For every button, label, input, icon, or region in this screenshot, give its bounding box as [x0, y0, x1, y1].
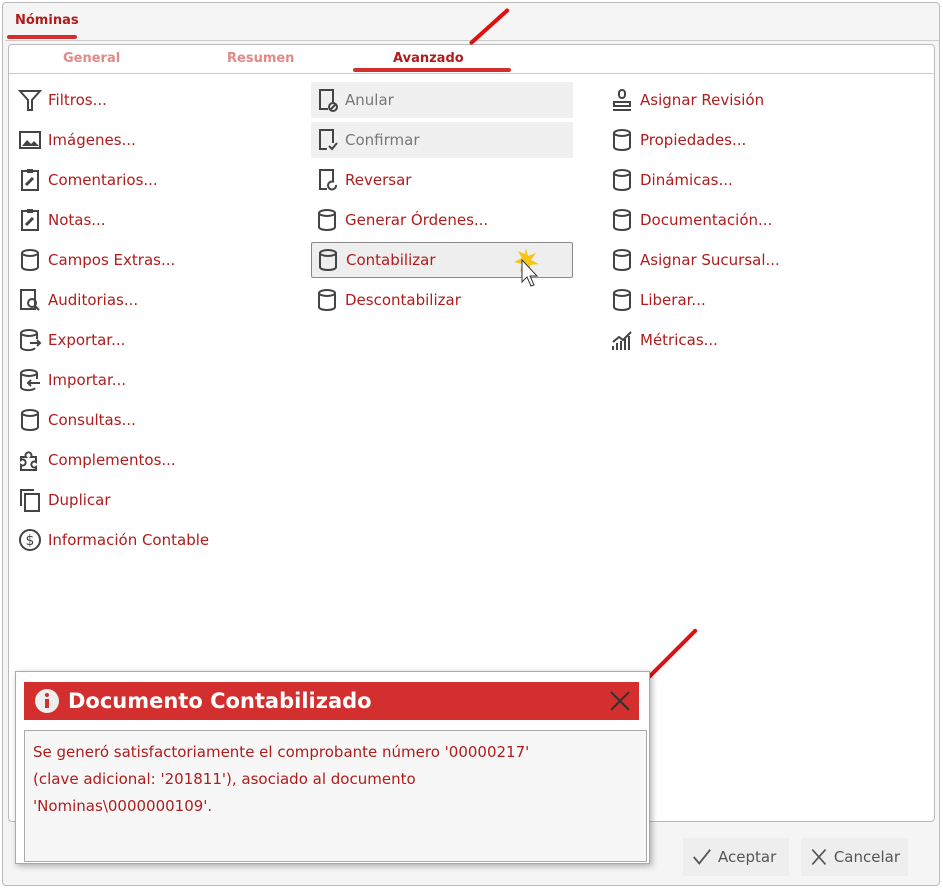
action-label: Filtros...: [48, 91, 107, 109]
message-line: Se generó satisfactoriamente el comproba…: [33, 743, 530, 761]
document-check-icon: [319, 129, 338, 151]
tab-underline: [7, 35, 77, 39]
database-icon: [613, 169, 631, 191]
chart-bars-icon: [612, 331, 632, 350]
action-label: Confirmar: [345, 131, 420, 149]
action-label: Notas...: [48, 211, 106, 229]
action-label: Asignar Sucursal...: [640, 251, 780, 269]
database-icon: [21, 249, 39, 271]
database-export-icon: [20, 329, 42, 352]
action-reversar[interactable]: Reversar: [311, 162, 573, 198]
dialog-header: Documento Contabilizado: [24, 682, 639, 720]
action-campos-extras[interactable]: Campos Extras...: [18, 242, 248, 278]
action-filtros[interactable]: Filtros...: [18, 82, 248, 118]
document-refresh-icon: [319, 169, 337, 191]
tab-avanzado[interactable]: Avanzado: [393, 51, 464, 66]
action-liberar[interactable]: Liberar...: [610, 282, 840, 318]
action-label: Liberar...: [640, 291, 706, 309]
close-icon: [811, 849, 827, 865]
close-icon[interactable]: [609, 690, 631, 712]
puzzle-icon: [20, 451, 37, 471]
action-auditorias[interactable]: Auditorias...: [18, 282, 248, 318]
dialog-title: Documento Contabilizado: [68, 689, 372, 713]
action-generar-órdenes[interactable]: Generar Órdenes...: [311, 202, 573, 238]
database-icon: [613, 129, 631, 151]
message-line: 'Nominas\0000000109'.: [33, 797, 213, 815]
tab-nominas[interactable]: Nóminas: [9, 13, 85, 28]
info-icon: [35, 689, 59, 713]
action-anular[interactable]: Anular: [311, 82, 573, 118]
action-exportar[interactable]: Exportar...: [18, 322, 248, 358]
action-información-contable[interactable]: $ Información Contable: [18, 522, 248, 558]
action-comentarios[interactable]: Comentarios...: [18, 162, 248, 198]
action-label: Generar Órdenes...: [345, 211, 489, 229]
subtab-bar: General Resumen Avanzado: [9, 45, 934, 74]
tab-general[interactable]: General: [63, 51, 120, 66]
action-asignar-sucursal[interactable]: Asignar Sucursal...: [610, 242, 840, 278]
database-import-icon: [20, 369, 40, 392]
database-icon: [21, 409, 39, 431]
action-label: Asignar Revisión: [640, 91, 765, 109]
action-label: Anular: [345, 91, 394, 109]
action-label: Documentación...: [640, 211, 773, 229]
action-label: Consultas...: [48, 411, 136, 429]
cursor-icon: [514, 248, 539, 287]
check-icon: [693, 849, 711, 865]
action-label: Complementos...: [48, 451, 176, 469]
action-confirmar[interactable]: Confirmar: [311, 122, 573, 158]
funnel-icon: [18, 90, 42, 111]
dollar-circle-icon: $: [19, 529, 41, 551]
notification-dialog: Documento Contabilizado Se generó satisf…: [15, 671, 650, 864]
action-asignar-revisión[interactable]: Asignar Revisión: [610, 82, 840, 118]
action-label: Duplicar: [48, 491, 111, 509]
accept-label: Aceptar: [718, 848, 777, 866]
action-label: Métricas...: [640, 331, 718, 349]
action-notas[interactable]: Notas...: [18, 202, 248, 238]
database-icon: [319, 249, 337, 271]
message-line: (clave adicional: '201811'), asociado al…: [33, 770, 416, 788]
action-label: Imágenes...: [48, 131, 136, 149]
action-complementos[interactable]: Complementos...: [18, 442, 248, 478]
svg-text:$: $: [26, 533, 35, 549]
action-propiedades[interactable]: Propiedades...: [610, 122, 840, 158]
action-label: Descontabilizar: [345, 291, 461, 309]
stamp-icon: [613, 89, 631, 111]
action-label: Importar...: [48, 371, 127, 389]
action-label: Propiedades...: [640, 131, 747, 149]
database-icon: [613, 249, 631, 271]
document-search-icon: [20, 289, 40, 311]
copy-icon: [20, 489, 40, 512]
action-label: Reversar: [345, 171, 412, 189]
action-duplicar[interactable]: Duplicar: [18, 482, 248, 518]
cancel-label: Cancelar: [833, 848, 900, 866]
database-icon: [318, 289, 336, 311]
database-icon: [613, 289, 631, 311]
dialog-message: Se generó satisfactoriamente el comproba…: [24, 730, 647, 862]
action-métricas[interactable]: Métricas...: [610, 322, 840, 358]
action-imágenes[interactable]: Imágenes...: [18, 122, 248, 158]
action-label: Exportar...: [48, 331, 126, 349]
active-tab-underline: [353, 68, 511, 72]
action-label: Contabilizar: [346, 251, 436, 269]
accept-button[interactable]: Aceptar: [683, 838, 789, 876]
action-importar[interactable]: Importar...: [18, 362, 248, 398]
database-icon: [318, 209, 336, 231]
action-label: Dinámicas...: [640, 171, 733, 189]
action-consultas[interactable]: Consultas...: [18, 402, 248, 438]
database-icon: [613, 209, 631, 231]
action-dinámicas[interactable]: Dinámicas...: [610, 162, 840, 198]
document-cancel-icon: [319, 89, 338, 112]
cancel-button[interactable]: Cancelar: [801, 838, 908, 876]
image-icon: [19, 131, 41, 149]
action-label: Auditorias...: [48, 291, 139, 309]
clipboard-edit-icon: [21, 209, 39, 231]
action-label: Información Contable: [48, 531, 210, 549]
action-documentación[interactable]: Documentación...: [610, 202, 840, 238]
action-label: Comentarios...: [48, 171, 158, 189]
clipboard-edit-icon: [21, 169, 39, 191]
action-label: Campos Extras...: [48, 251, 176, 269]
tab-resumen[interactable]: Resumen: [227, 51, 294, 66]
